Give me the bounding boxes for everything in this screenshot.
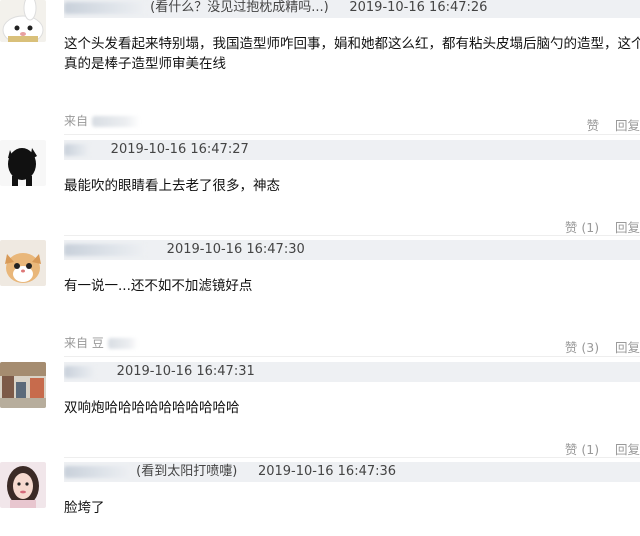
- bunny-plush-avatar-icon[interactable]: [0, 0, 46, 42]
- comment-time: 2019-10-16 16:47:31: [116, 364, 255, 379]
- source-label: 来自: [64, 114, 89, 128]
- reply-button[interactable]: 回复: [615, 220, 640, 235]
- username-redacted[interactable]: [64, 144, 90, 156]
- girl-avatar-icon[interactable]: [0, 462, 46, 508]
- source-redacted: [107, 338, 138, 349]
- nickname: (看什么？没见过抱枕成精吗...): [150, 0, 329, 15]
- comment-divider: [64, 235, 640, 236]
- username-redacted[interactable]: [64, 466, 132, 478]
- comment-text: 有一说一...还不如不加滤镜好点: [64, 278, 253, 294]
- cat-avatar-icon[interactable]: [0, 240, 46, 286]
- username-redacted[interactable]: [64, 2, 146, 14]
- comment-time: 2019-10-16 16:47:26: [349, 0, 488, 15]
- like-button[interactable]: 赞 (1): [565, 220, 599, 235]
- nickname: (看到太阳打喷嚏): [136, 464, 238, 479]
- comment-header: 2019-10-16 16:47:30: [64, 240, 640, 260]
- comment-actions: 赞 (1) 回复: [565, 439, 640, 458]
- comment-divider: [64, 134, 640, 135]
- source-redacted: [91, 116, 140, 127]
- comment-header: (看什么？没见过抱枕成精吗...) 2019-10-16 16:47:26: [64, 0, 640, 18]
- comment-text: 最能吹的眼睛看上去老了很多，神态: [64, 178, 280, 194]
- like-button[interactable]: 赞 (3): [565, 340, 599, 355]
- comment-actions: 赞 回复: [587, 115, 640, 134]
- comment-time: 2019-10-16 16:47:27: [110, 142, 249, 157]
- like-button[interactable]: 赞: [587, 118, 600, 133]
- comment-time: 2019-10-16 16:47:36: [257, 464, 397, 479]
- street-avatar-icon[interactable]: [0, 362, 46, 408]
- comment-header: (看到太阳打喷嚏) 2019-10-16 16:47:36: [64, 462, 640, 482]
- reply-button[interactable]: 回复: [615, 340, 640, 355]
- comment-header: 2019-10-16 16:47:27: [64, 140, 640, 160]
- comment-actions: 赞 (1) 回复: [565, 217, 640, 236]
- reply-button[interactable]: 回复: [615, 118, 640, 133]
- comment-text: 脸垮了: [64, 500, 105, 516]
- comment-source: 来自: [64, 112, 140, 129]
- comment-text: 这个头发看起来特别塌，我国造型师咋回事，娟和她都这么红，都有粘头皮塌后脑勺的造型…: [64, 36, 640, 52]
- source-label: 来自 豆: [64, 336, 104, 350]
- comment-text: 双响炮哈哈哈哈哈哈哈哈哈哈: [64, 400, 240, 416]
- comment-time: 2019-10-16 16:47:30: [166, 242, 305, 257]
- like-button[interactable]: 赞 (1): [565, 442, 599, 457]
- black-cat-avatar-icon[interactable]: [0, 140, 46, 186]
- username-redacted[interactable]: [64, 244, 146, 256]
- comment-header: 2019-10-16 16:47:31: [64, 362, 640, 382]
- comment-source: 来自 豆: [64, 334, 138, 351]
- comment-text: 真的是棒子造型师审美在线: [64, 56, 226, 72]
- comment-actions: 赞 (3) 回复: [565, 337, 640, 356]
- username-redacted[interactable]: [64, 366, 96, 378]
- comment-divider: [64, 457, 640, 458]
- reply-button[interactable]: 回复: [615, 442, 640, 457]
- comment-divider: [64, 356, 640, 357]
